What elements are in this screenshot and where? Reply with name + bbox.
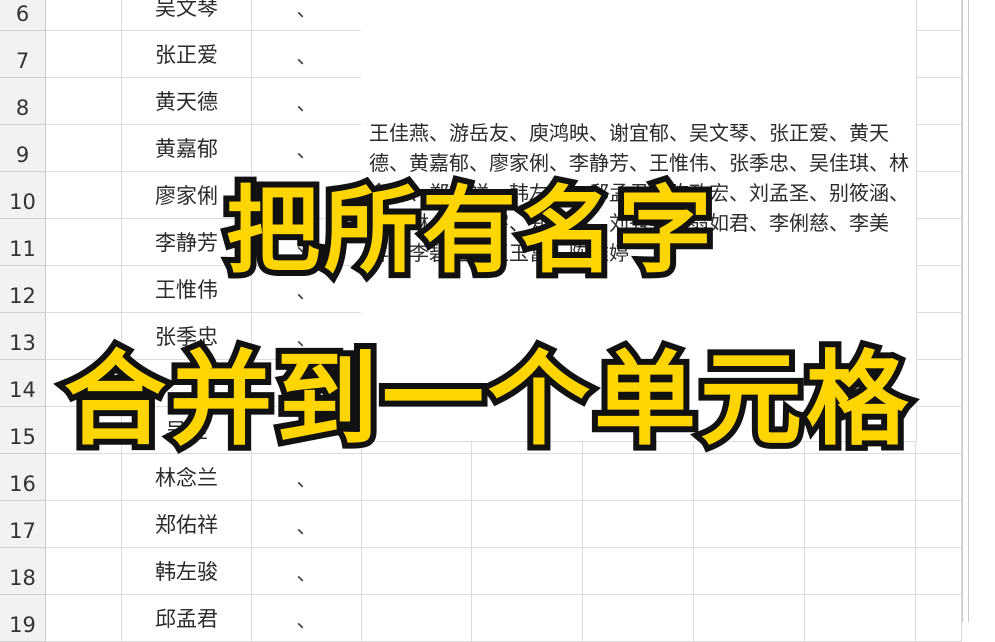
empty-cell[interactable]: [46, 0, 122, 31]
empty-cell[interactable]: [46, 595, 122, 642]
empty-cell[interactable]: [46, 78, 122, 125]
row-header[interactable]: 19: [0, 595, 46, 642]
empty-cell[interactable]: [583, 595, 694, 642]
separator-cell[interactable]: 、: [252, 548, 362, 595]
name-cell[interactable]: 韩左骏: [122, 548, 252, 595]
empty-cell[interactable]: [361, 595, 472, 642]
empty-cell[interactable]: [916, 78, 962, 125]
empty-cell[interactable]: [916, 548, 962, 595]
row-header[interactable]: 10: [0, 172, 46, 219]
name-cell[interactable]: 郑佑祥: [122, 501, 252, 548]
empty-cell[interactable]: [46, 548, 122, 595]
row-header[interactable]: 16: [0, 454, 46, 501]
row-header[interactable]: 15: [0, 407, 46, 454]
name-cell[interactable]: 张正爱: [122, 31, 252, 78]
empty-cell[interactable]: [916, 360, 962, 407]
row-header[interactable]: 14: [0, 360, 46, 407]
row-header[interactable]: 6: [0, 0, 46, 31]
column-border: [962, 0, 963, 622]
name-cell[interactable]: 吴文琴: [122, 0, 252, 31]
separator-cell[interactable]: 、: [252, 0, 362, 31]
empty-cell[interactable]: [694, 548, 805, 595]
empty-cell[interactable]: [916, 125, 962, 172]
empty-cell[interactable]: [472, 595, 583, 642]
row-header[interactable]: 17: [0, 501, 46, 548]
separator-cell[interactable]: 、: [252, 78, 362, 125]
empty-cell[interactable]: [694, 595, 805, 642]
empty-cell[interactable]: [916, 0, 962, 31]
row-header[interactable]: 18: [0, 548, 46, 595]
empty-cell[interactable]: [916, 313, 962, 360]
empty-cell[interactable]: [472, 548, 583, 595]
empty-cell[interactable]: [46, 31, 122, 78]
empty-cell[interactable]: [46, 172, 122, 219]
separator-cell[interactable]: 、: [252, 501, 362, 548]
empty-cell[interactable]: [361, 501, 472, 548]
empty-cell[interactable]: [916, 407, 962, 454]
column-border: [968, 0, 969, 622]
spreadsheet-grid[interactable]: 6 吴文琴、 7 张正爱、 8 黄天德、 9 黄嘉郁、 10 廖家俐、 11 李静芳、 12 王惟伟、 13…: [0, 0, 995, 642]
row-header[interactable]: 13: [0, 313, 46, 360]
empty-cell[interactable]: [805, 501, 916, 548]
empty-cell[interactable]: [694, 501, 805, 548]
empty-cell[interactable]: [46, 501, 122, 548]
empty-cell[interactable]: [46, 266, 122, 313]
empty-cell[interactable]: [916, 31, 962, 78]
empty-cell[interactable]: [916, 501, 962, 548]
empty-cell[interactable]: [916, 595, 962, 642]
separator-cell[interactable]: 、: [252, 31, 362, 78]
row-header[interactable]: 8: [0, 78, 46, 125]
empty-cell[interactable]: [583, 501, 694, 548]
row-header[interactable]: 11: [0, 219, 46, 266]
separator-cell[interactable]: 、: [252, 595, 362, 642]
name-cell[interactable]: 邱孟君: [122, 595, 252, 642]
empty-cell[interactable]: [916, 219, 962, 266]
empty-cell[interactable]: [583, 548, 694, 595]
empty-cell[interactable]: [361, 548, 472, 595]
empty-cell[interactable]: [916, 454, 962, 501]
empty-cell[interactable]: [472, 501, 583, 548]
empty-cell[interactable]: [805, 595, 916, 642]
empty-cell[interactable]: [805, 548, 916, 595]
empty-cell[interactable]: [916, 266, 962, 313]
row-header[interactable]: 7: [0, 31, 46, 78]
row-header[interactable]: 9: [0, 125, 46, 172]
row-header[interactable]: 12: [0, 266, 46, 313]
empty-cell[interactable]: [46, 125, 122, 172]
name-cell[interactable]: 黄天德: [122, 78, 252, 125]
empty-cell[interactable]: [916, 172, 962, 219]
overlay-title-line2: 合并到一个单元格: [58, 335, 914, 466]
empty-cell[interactable]: [46, 219, 122, 266]
overlay-title-line1: 把所有名字: [220, 171, 718, 292]
